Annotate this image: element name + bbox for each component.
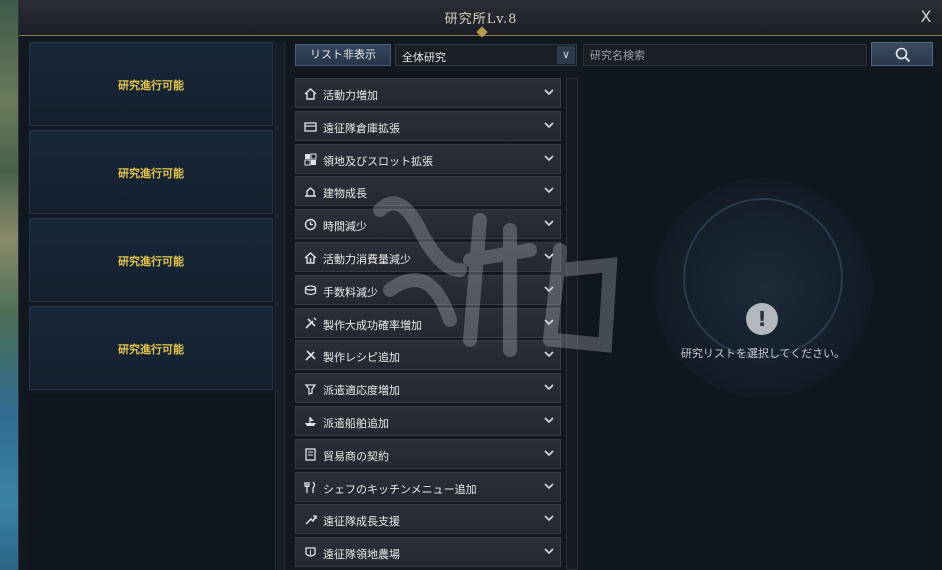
research-category-label: 派遣船舶追加 — [323, 417, 389, 430]
slot-status-label: 研究進行可能 — [118, 167, 184, 180]
growth-icon — [305, 515, 317, 525]
research-category-row[interactable]: 派遣船舶追加 — [295, 406, 561, 436]
research-category-row[interactable]: 派遣適応度増加 — [295, 373, 561, 404]
chevron-down-icon[interactable] — [544, 284, 554, 294]
storage-icon — [304, 122, 317, 132]
research-category-label: 時間減少 — [323, 220, 367, 234]
research-category-label: 貿易商の契約 — [323, 449, 389, 463]
chevron-down-icon[interactable] — [544, 218, 554, 228]
research-detail-panel: ! 研究リストを選択してください。 — [583, 78, 942, 570]
search-icon — [895, 47, 911, 63]
research-category-row[interactable]: 遠征隊倉庫拡張 — [295, 110, 561, 141]
building-icon — [305, 187, 316, 198]
research-category-label: 遠征隊成長支援 — [323, 515, 400, 529]
research-category-row[interactable]: 領地及びスロット拡張 — [295, 143, 561, 174]
research-category-row[interactable]: 時間減少 — [295, 209, 561, 240]
chevron-down-icon[interactable] — [544, 481, 554, 491]
research-category-label: 遠征隊倉庫拡張 — [323, 121, 400, 135]
research-category-row[interactable]: 活動力消費量減少 — [295, 242, 561, 272]
slot-status-label: 研究進行可能 — [118, 79, 184, 92]
contract-icon — [305, 448, 316, 461]
chevron-down-icon[interactable] — [544, 185, 554, 195]
research-category-row[interactable]: 遠征隊成長支援 — [295, 504, 561, 535]
filter-selected-value: 全体研究 — [402, 51, 446, 64]
tools-icon — [305, 350, 316, 361]
home-down-icon — [304, 252, 317, 264]
research-filter-dropdown[interactable]: 全体研究 ∨ — [395, 44, 577, 66]
chevron-down-icon[interactable] — [544, 349, 554, 359]
research-slot[interactable]: 研究進行可能 — [29, 130, 273, 214]
slot-status-label: 研究進行可能 — [118, 255, 184, 268]
research-window: 研究所Lv.8 X 研究進行可能 研究進行可能 研究進行可能 研究進行可能 リス… — [18, 0, 942, 570]
chevron-down-icon[interactable] — [544, 448, 554, 458]
research-category-label: シェフのキッチンメニュー追加 — [323, 482, 477, 496]
title-ornament-icon — [471, 28, 493, 38]
research-category-row[interactable]: 手数料減少 — [295, 274, 561, 305]
home-up-icon — [304, 88, 317, 100]
title-bar: 研究所Lv.8 X — [19, 0, 942, 36]
research-category-label: 派遣適応度増加 — [323, 384, 400, 398]
research-category-row[interactable]: シェフのキッチンメニュー追加 — [295, 471, 561, 502]
farm-icon — [305, 547, 316, 557]
hide-list-button[interactable]: リスト非表示 — [295, 44, 391, 66]
research-category-label: 製作レシピ追加 — [323, 351, 400, 365]
cutlery-icon — [304, 481, 316, 493]
window-title: 研究所Lv.8 — [444, 12, 518, 27]
clock-icon — [304, 218, 317, 231]
research-slot[interactable]: 研究進行可能 — [29, 306, 273, 390]
research-category-label: 活動力消費量減少 — [323, 253, 411, 266]
chevron-down-icon[interactable] — [544, 87, 554, 97]
chevron-down-icon[interactable] — [544, 382, 554, 392]
research-category-label: 手数料減少 — [323, 285, 378, 299]
coins-icon — [304, 285, 317, 295]
research-category-row[interactable]: 活動力増加 — [295, 78, 561, 108]
detail-placeholder-message: 研究リストを選択してください。 — [680, 347, 846, 360]
research-search-input[interactable] — [583, 44, 867, 66]
panel-divider-scrollbar[interactable] — [275, 42, 285, 570]
chevron-down-icon[interactable]: ∨ — [557, 46, 575, 64]
research-list-scrollbar[interactable] — [566, 78, 578, 570]
slot-status-label: 研究進行可能 — [118, 343, 184, 356]
chevron-down-icon[interactable] — [544, 546, 554, 556]
exclamation-icon: ! — [746, 303, 778, 335]
chevron-down-icon[interactable] — [544, 153, 554, 163]
chevron-down-icon[interactable] — [544, 120, 554, 130]
tools-up-icon — [305, 317, 317, 329]
slot-empty-area — [29, 394, 273, 570]
research-slot[interactable]: 研究進行可能 — [29, 42, 273, 126]
research-slot[interactable]: 研究進行可能 — [29, 218, 273, 302]
research-category-row[interactable]: 製作レシピ追加 — [295, 340, 561, 371]
research-category-row[interactable]: 建物成長 — [295, 176, 561, 207]
chevron-down-icon[interactable] — [544, 251, 554, 261]
chevron-down-icon[interactable] — [544, 513, 554, 523]
grid-icon — [304, 153, 317, 166]
research-category-label: 製作大成功確率増加 — [323, 318, 422, 332]
research-slot-panel: 研究進行可能 研究進行可能 研究進行可能 研究進行可能 — [29, 42, 273, 570]
research-category-label: 建物成長 — [323, 187, 367, 201]
research-category-row[interactable]: 遠征隊領地農場 — [295, 537, 561, 568]
research-list: 活動力増加遠征隊倉庫拡張領地及びスロット拡張 建物成長時間減少活動力消費量減少 手数… — [295, 78, 561, 570]
research-category-label: 遠征隊領地農場 — [323, 548, 400, 562]
ship-icon — [305, 417, 316, 426]
chevron-down-icon[interactable] — [544, 415, 554, 425]
chevron-down-icon[interactable] — [544, 317, 554, 327]
research-category-label: 活動力増加 — [323, 89, 378, 102]
dispatch-icon — [304, 384, 317, 396]
search-button[interactable] — [871, 42, 933, 66]
research-category-row[interactable]: 製作大成功確率増加 — [295, 307, 561, 338]
research-category-row[interactable]: 貿易商の契約 — [295, 438, 561, 469]
research-category-label: 領地及びスロット拡張 — [323, 154, 433, 168]
close-button[interactable]: X — [915, 6, 937, 28]
